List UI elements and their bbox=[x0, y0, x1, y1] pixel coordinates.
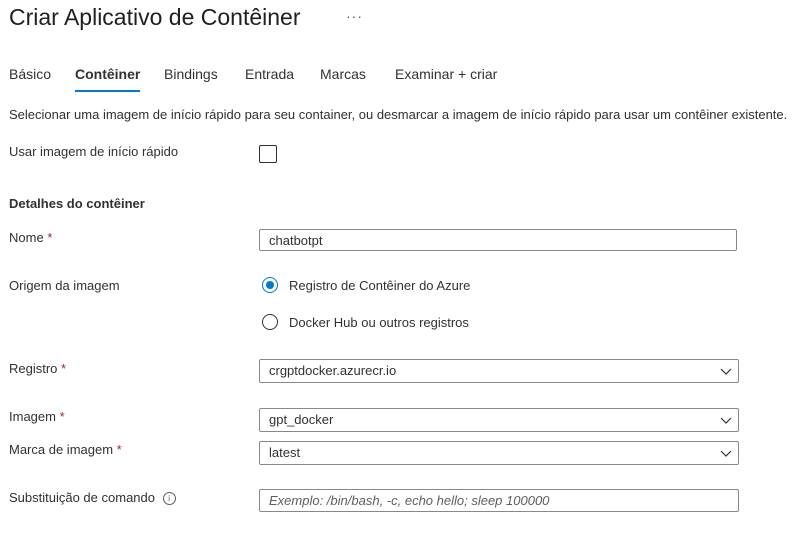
name-label-text: Nome bbox=[9, 230, 44, 245]
required-marker: * bbox=[47, 230, 53, 245]
image-label-text: Imagem bbox=[9, 409, 56, 424]
page-title: Criar Aplicativo de Contêiner bbox=[9, 4, 301, 30]
tab-examinar-criar[interactable]: Examinar + criar bbox=[395, 66, 497, 90]
tab-marcas[interactable]: Marcas bbox=[320, 66, 366, 90]
chevron-down-icon bbox=[720, 450, 732, 457]
chevron-down-icon bbox=[720, 417, 732, 424]
image-tag-value: latest bbox=[269, 445, 301, 460]
quickstart-checkbox[interactable] bbox=[259, 145, 277, 163]
registry-label-text: Registro bbox=[9, 361, 58, 376]
image-value: gpt_docker bbox=[269, 412, 334, 427]
radio-button-selected[interactable] bbox=[262, 277, 278, 293]
command-override-label: Substituição de comando i bbox=[9, 490, 176, 505]
required-marker: * bbox=[61, 361, 67, 376]
quickstart-label: Usar imagem de início rápido bbox=[9, 144, 179, 159]
image-tag-label-text: Marca de imagem bbox=[9, 442, 114, 457]
radio-azure-registry-label: Registro de Contêiner do Azure bbox=[289, 278, 471, 293]
radio-button-unselected[interactable] bbox=[262, 314, 278, 330]
image-source-label: Origem da imagem bbox=[9, 278, 120, 293]
tab-basico[interactable]: Básico bbox=[9, 66, 51, 90]
required-marker: * bbox=[116, 442, 122, 457]
tab-bindings[interactable]: Bindings bbox=[164, 66, 218, 90]
intro-text: Selecionar uma imagem de início rápido p… bbox=[9, 107, 788, 122]
image-label: Imagem * bbox=[9, 409, 65, 424]
radio-docker-hub-label: Docker Hub ou outros registros bbox=[289, 315, 469, 330]
registry-label: Registro * bbox=[9, 361, 66, 376]
registry-dropdown[interactable]: crgptdocker.azurecr.io bbox=[259, 359, 739, 383]
command-override-label-text: Substituição de comando bbox=[9, 490, 155, 505]
command-override-input[interactable]: Exemplo: /bin/bash, -c, echo hello; slee… bbox=[259, 489, 739, 512]
image-tag-label: Marca de imagem * bbox=[9, 442, 122, 457]
tab-conteiner[interactable]: Contêiner bbox=[75, 66, 141, 92]
image-tag-dropdown[interactable]: latest bbox=[259, 441, 739, 465]
section-title-container-details: Detalhes do contêiner bbox=[9, 196, 145, 211]
name-label: Nome * bbox=[9, 230, 52, 245]
image-dropdown[interactable]: gpt_docker bbox=[259, 408, 739, 432]
more-options-button[interactable]: ··· bbox=[346, 8, 363, 24]
required-marker: * bbox=[59, 409, 65, 424]
info-icon[interactable]: i bbox=[162, 492, 176, 505]
chevron-down-icon bbox=[720, 368, 732, 375]
tab-entrada[interactable]: Entrada bbox=[245, 66, 294, 90]
name-input[interactable]: chatbotpt bbox=[259, 229, 737, 251]
registry-value: crgptdocker.azurecr.io bbox=[269, 363, 397, 378]
